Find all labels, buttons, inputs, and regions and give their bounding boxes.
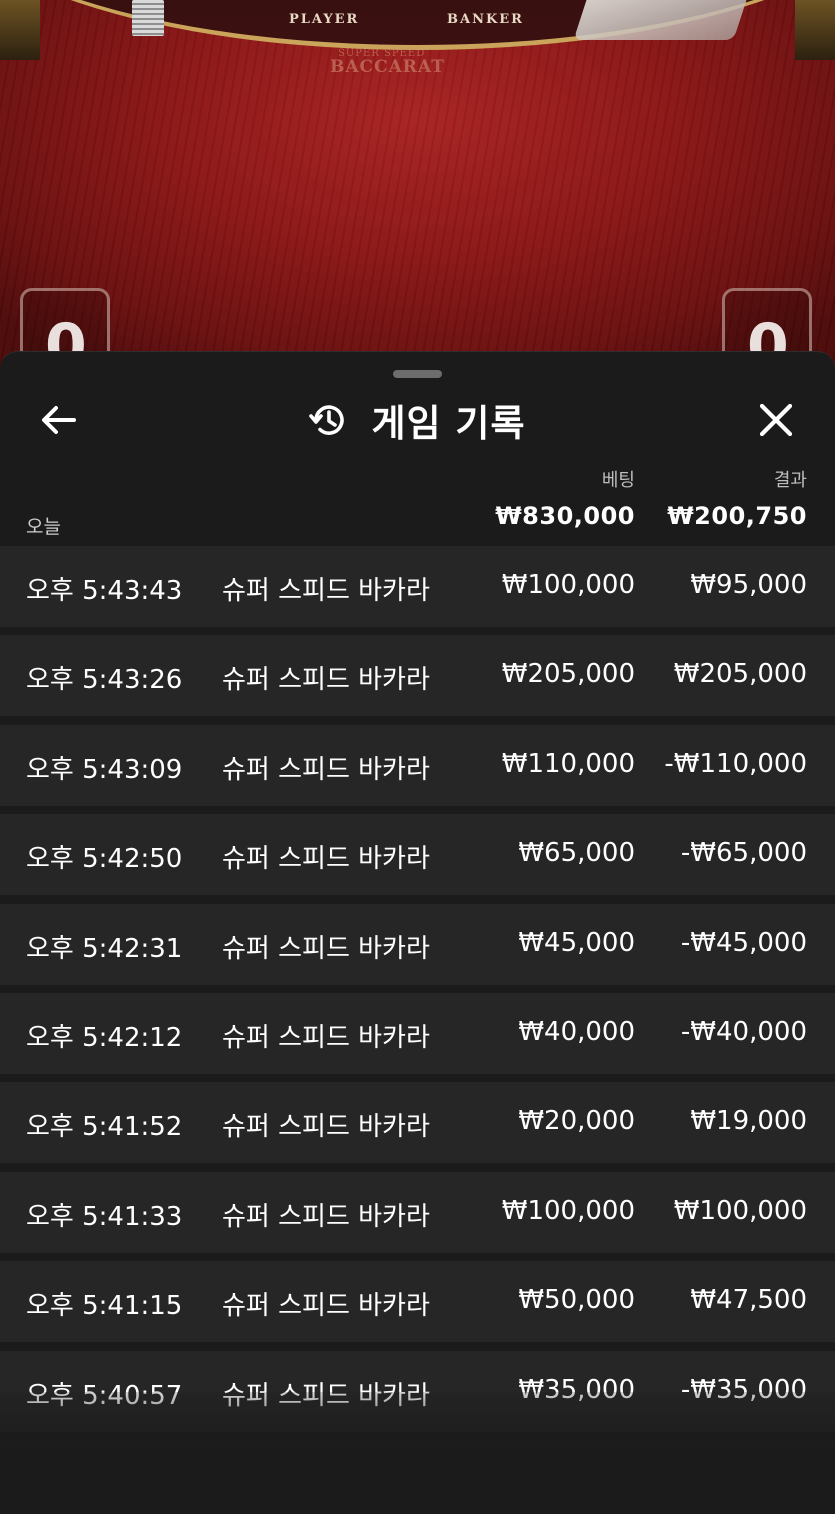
row-bet: ₩100,000 [501,1195,635,1226]
row-bet: ₩40,000 [518,1016,635,1047]
day-label: 오늘 [26,516,61,538]
table-logo: SUPER SPEED BACCARAT [330,48,530,77]
history-row[interactable]: 오후 5:42:50 슈퍼 스피드 바카라 ₩65,000 -₩65,000 [0,814,835,896]
row-game: 슈퍼 스피드 바카라 [222,1291,430,1322]
history-row[interactable]: 오후 5:42:12 슈퍼 스피드 바카라 ₩40,000 -₩40,000 [0,992,835,1074]
close-x-icon [759,403,793,437]
table-logo-main: BACCARAT [330,57,445,77]
row-result: -₩65,000 [680,838,807,869]
history-row[interactable]: 오후 5:43:09 슈퍼 스피드 바카라 ₩110,000 -₩110,000 [0,724,835,806]
row-result: -₩45,000 [680,927,807,958]
row-result: ₩100,000 [673,1195,807,1226]
history-row[interactable]: 오후 5:41:52 슈퍼 스피드 바카라 ₩20,000 ₩19,000 [0,1082,835,1164]
table-corner-left [0,0,40,60]
history-row[interactable]: 오후 5:41:33 슈퍼 스피드 바카라 ₩100,000 ₩100,000 [0,1171,835,1253]
row-result: ₩47,500 [690,1285,807,1316]
row-game: 슈퍼 스피드 바카라 [222,576,430,606]
game-table-background: PLAYER BANKER SUPER SPEED BACCARAT 0 0 [0,0,835,400]
row-time: 오후 5:42:50 [26,844,183,875]
row-bet: ₩65,000 [518,838,635,869]
row-result: ₩19,000 [690,1106,807,1137]
table-corner-right [795,0,835,60]
row-game: 슈퍼 스피드 바카라 [222,1112,430,1143]
history-row[interactable]: 오후 5:41:15 슈퍼 스피드 바카라 ₩50,000 ₩47,500 [0,1261,835,1343]
total-result: ₩200,750 [667,502,807,530]
row-result: -₩40,000 [680,1016,807,1047]
row-time: 오후 5:41:33 [26,1201,183,1232]
banker-label: BANKER [447,12,524,27]
row-time: 오후 5:41:52 [26,1112,183,1143]
history-clock-icon [309,405,345,435]
row-bet: ₩110,000 [501,748,635,779]
history-row[interactable]: 오후 5:43:26 슈퍼 스피드 바카라 ₩205,000 ₩205,000 [0,635,835,717]
card-shoe [573,0,747,40]
row-bet: ₩45,000 [518,927,635,958]
sheet-title: 게임 기록 [371,402,526,445]
row-time: 오후 5:41:15 [26,1291,183,1322]
result-column-header: 결과 [773,470,807,491]
player-label: PLAYER [289,12,360,27]
row-result: ₩95,000 [690,570,807,600]
row-time: 오후 5:43:43 [26,576,183,606]
game-history-sheet: 게임 기록 오늘 베팅 결과 ₩830,000 ₩200,750 오후 5:43… [0,351,835,1514]
row-time: 오후 5:42:31 [26,933,183,964]
row-game: 슈퍼 스피드 바카라 [222,754,430,785]
row-time: 오후 5:43:09 [26,754,183,785]
total-bet: ₩830,000 [495,502,635,530]
row-result: ₩205,000 [673,659,807,690]
row-bet: ₩20,000 [518,1106,635,1137]
row-time: 오후 5:43:26 [26,665,183,696]
row-game: 슈퍼 스피드 바카라 [222,1201,430,1232]
row-bet: ₩100,000 [501,570,635,600]
sheet-title-group: 게임 기록 [0,392,835,448]
close-button[interactable] [750,398,802,442]
chip-stack [132,0,164,36]
row-game: 슈퍼 스피드 바카라 [222,1022,430,1053]
row-game: 슈퍼 스피드 바카라 [222,933,430,964]
row-result: -₩110,000 [664,748,807,779]
row-game: 슈퍼 스피드 바카라 [222,665,430,696]
row-time: 오후 5:42:12 [26,1022,183,1053]
sheet-header: 게임 기록 [0,382,835,457]
history-row[interactable]: 오후 5:43:43 슈퍼 스피드 바카라 ₩100,000 ₩95,000 [0,546,835,627]
list-fade-overlay [0,1392,835,1514]
history-list: 오후 5:43:43 슈퍼 스피드 바카라 ₩100,000 ₩95,000 오… [0,546,835,1514]
daily-summary: 오늘 베팅 결과 ₩830,000 ₩200,750 [0,462,835,542]
row-bet: ₩50,000 [518,1285,635,1316]
drag-handle[interactable] [393,370,442,378]
row-game: 슈퍼 스피드 바카라 [222,844,430,875]
history-row[interactable]: 오후 5:42:31 슈퍼 스피드 바카라 ₩45,000 -₩45,000 [0,903,835,985]
bet-column-header: 베팅 [601,470,635,491]
row-bet: ₩205,000 [501,659,635,690]
